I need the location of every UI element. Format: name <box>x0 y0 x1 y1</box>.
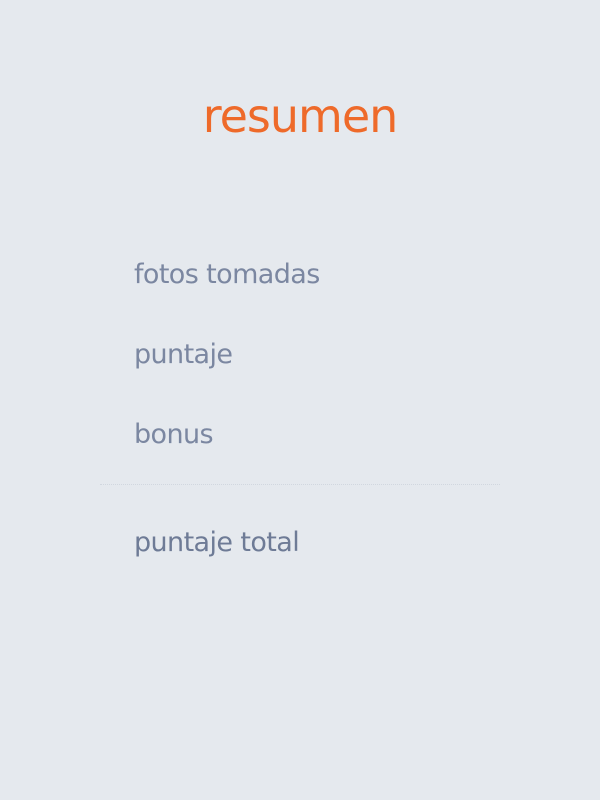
summary-row-bonus: bonus <box>134 419 214 450</box>
summary-row-photos: fotos tomadas <box>134 259 320 290</box>
summary-divider <box>100 484 500 485</box>
summary-row-score: puntaje <box>134 339 233 370</box>
summary-list: fotos tomadas puntaje bonus <box>134 254 474 494</box>
summary-total-label: puntaje total <box>134 527 300 558</box>
page-title: resumen <box>202 89 399 143</box>
summary-screen: resumen fotos tomadas puntaje bonus punt… <box>0 0 600 800</box>
